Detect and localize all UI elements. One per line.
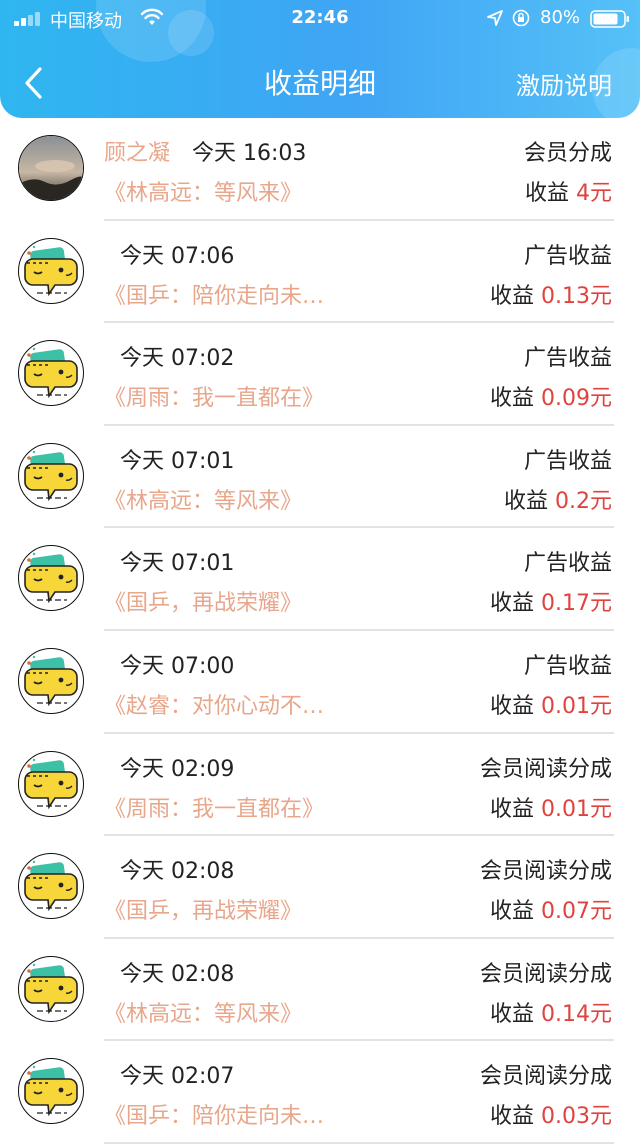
book-title: 《林高远：等风来》 xyxy=(104,181,303,206)
income-amount-label: 收益 xyxy=(489,1001,534,1027)
record-time: 今天 07:00 xyxy=(120,653,235,679)
income-type: 会员分成 xyxy=(523,141,612,166)
income-amount-value: 0.07元 xyxy=(541,899,612,925)
income-amount-label: 收益 xyxy=(489,693,534,719)
income-type: 广告收益 xyxy=(523,346,612,372)
orientation-lock-icon xyxy=(512,9,530,27)
earning-record-row[interactable]: 今天 07:02 《周雨：我一直都在》 广告收益收益 0.09元 xyxy=(0,323,640,426)
income-amount-label: 收益 xyxy=(489,899,534,925)
income-amount-value: 0.14元 xyxy=(541,1001,612,1027)
income-amount: 收益 0.03元 xyxy=(490,1098,612,1130)
record-time: 今天 02:08 xyxy=(120,859,235,885)
mascot-avatar-icon xyxy=(18,750,84,817)
income-type: 广告收益 xyxy=(523,653,612,679)
income-amount: 收益 4元 xyxy=(525,175,612,207)
mascot-avatar-icon xyxy=(18,853,84,920)
income-amount-label: 收益 xyxy=(489,283,534,309)
mascot-avatar-icon xyxy=(18,545,84,612)
record-time: 今天 16:03 xyxy=(192,141,307,166)
mascot-avatar-icon xyxy=(18,340,84,407)
reader-name: 顾之凝 xyxy=(104,141,171,166)
income-amount-label: 收益 xyxy=(489,1104,534,1130)
income-amount: 收益 0.01元 xyxy=(490,791,612,823)
book-title: 《赵睿：对你心动不… xyxy=(104,693,325,719)
earning-record-row[interactable]: 今天 02:08 《林高远：等风来》 会员阅读分成收益 0.14元 xyxy=(0,939,640,1042)
mascot-avatar-icon xyxy=(18,442,84,509)
income-type: 会员阅读分成 xyxy=(479,961,612,987)
income-amount: 收益 0.01元 xyxy=(490,688,612,720)
earning-record-row[interactable]: 今天 07:06 《国乒：陪你走向未… 广告收益收益 0.13元 xyxy=(0,221,640,324)
income-amount-label: 收益 xyxy=(489,386,534,412)
incentive-info-link[interactable]: 激励说明 xyxy=(516,66,612,101)
book-title: 《国乒：陪你走向未… xyxy=(104,1104,325,1130)
income-amount-value: 0.17元 xyxy=(541,591,612,617)
earnings-list: 顾之凝 今天 16:03 《林高远：等风来》 会员分成收益 4元今天 07:06 《国乒… xyxy=(0,118,640,1144)
earning-record-row[interactable]: 顾之凝 今天 16:03 《林高远：等风来》 会员分成收益 4元 xyxy=(0,118,640,221)
battery-percent: 80% xyxy=(540,7,581,28)
income-type: 会员阅读分成 xyxy=(479,1064,612,1090)
earning-record-row[interactable]: 今天 07:00 《赵睿：对你心动不… 广告收益收益 0.01元 xyxy=(0,631,640,734)
income-amount-label: 收益 xyxy=(489,796,534,822)
header-bar: 中国移动 22:46 80% 收益明细 激励说明 xyxy=(0,0,640,118)
income-amount: 收益 0.17元 xyxy=(490,585,612,617)
mascot-avatar-icon xyxy=(18,237,84,304)
earning-record-row[interactable]: 今天 07:01 《林高远：等风来》 广告收益收益 0.2元 xyxy=(0,426,640,529)
battery-icon xyxy=(590,10,629,28)
income-type: 广告收益 xyxy=(523,243,612,269)
income-amount-value: 4元 xyxy=(576,181,612,206)
record-time: 今天 07:02 xyxy=(120,346,235,372)
book-title: 《国乒：陪你走向未… xyxy=(104,283,325,309)
income-amount: 收益 0.14元 xyxy=(490,996,612,1028)
income-type: 会员阅读分成 xyxy=(479,859,612,885)
income-amount-label: 收益 xyxy=(503,488,548,514)
book-title: 《国乒，再战荣耀》 xyxy=(104,591,303,617)
book-title: 《林高远：等风来》 xyxy=(104,488,303,514)
user-avatar xyxy=(18,135,84,201)
earning-record-row[interactable]: 今天 02:08 《国乒，再战荣耀》 会员阅读分成收益 0.07元 xyxy=(0,836,640,939)
income-type: 会员阅读分成 xyxy=(479,756,612,782)
income-type: 广告收益 xyxy=(523,448,612,474)
income-amount-value: 0.09元 xyxy=(541,386,612,412)
income-type: 广告收益 xyxy=(523,551,612,577)
book-title: 《周雨：我一直都在》 xyxy=(104,386,325,412)
record-time: 今天 07:01 xyxy=(120,551,235,577)
income-amount-label: 收益 xyxy=(489,591,534,617)
location-arrow-icon xyxy=(487,10,503,26)
status-bar: 中国移动 22:46 80% xyxy=(0,0,640,36)
income-amount-value: 0.2元 xyxy=(555,488,612,514)
earning-record-row[interactable]: 今天 02:07 《国乒：陪你走向未… 会员阅读分成收益 0.03元 xyxy=(0,1041,640,1144)
book-title: 《林高远：等风来》 xyxy=(104,1001,303,1027)
book-title: 《周雨：我一直都在》 xyxy=(104,796,325,822)
income-amount-label: 收益 xyxy=(524,181,569,206)
mascot-avatar-icon xyxy=(18,647,84,714)
income-amount-value: 0.01元 xyxy=(541,693,612,719)
record-time: 今天 02:07 xyxy=(120,1064,235,1090)
income-amount: 收益 0.2元 xyxy=(504,483,612,515)
income-amount: 收益 0.07元 xyxy=(490,893,612,925)
record-time: 今天 02:09 xyxy=(120,756,235,782)
record-time: 今天 07:06 xyxy=(120,243,235,269)
income-amount-value: 0.13元 xyxy=(541,283,612,309)
record-time: 今天 07:01 xyxy=(120,448,235,474)
income-amount: 收益 0.09元 xyxy=(490,380,612,412)
record-time: 今天 02:08 xyxy=(120,961,235,987)
book-title: 《国乒，再战荣耀》 xyxy=(104,899,303,925)
mascot-avatar-icon xyxy=(18,955,84,1022)
income-amount-value: 0.03元 xyxy=(541,1104,612,1130)
income-amount: 收益 0.13元 xyxy=(490,278,612,310)
earning-record-row[interactable]: 今天 07:01 《国乒，再战荣耀》 广告收益收益 0.17元 xyxy=(0,528,640,631)
mascot-avatar-icon xyxy=(18,1058,84,1125)
earning-record-row[interactable]: 今天 02:09 《周雨：我一直都在》 会员阅读分成收益 0.01元 xyxy=(0,734,640,837)
income-amount-value: 0.01元 xyxy=(541,796,612,822)
